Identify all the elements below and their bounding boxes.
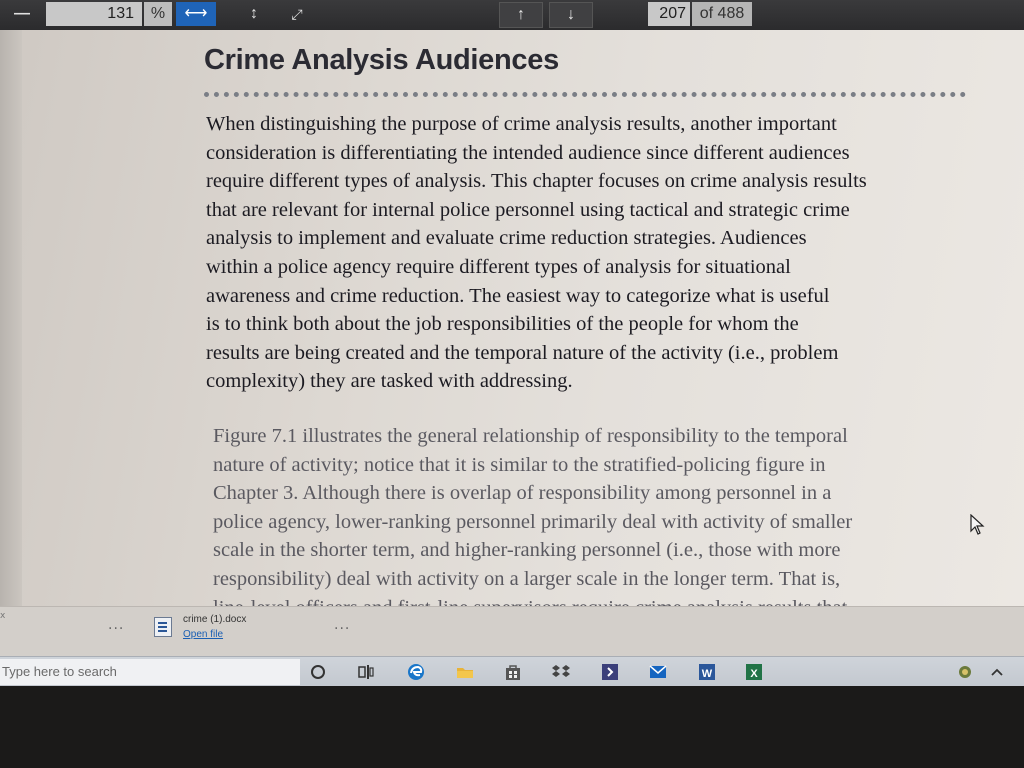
text-line: that are relevant for internal police pe… (206, 198, 850, 221)
zoom-unit-label: % (144, 2, 172, 26)
text-line: analysis to implement and evaluate crime… (206, 227, 807, 250)
page-total-label: of 488 (692, 2, 752, 26)
text-line: awareness and crime reduction. The easie… (206, 284, 830, 307)
left-edge-text: x (0, 611, 6, 621)
text-line: Figure 7.1 illustrates the general relat… (213, 425, 848, 447)
section-heading: Crime Analysis Audiences (204, 44, 559, 76)
task-view-icon[interactable] (356, 662, 376, 682)
word-document-icon (154, 617, 172, 637)
monitor-bezel (0, 686, 1024, 768)
dropbox-icon[interactable] (551, 662, 571, 682)
svg-text:W: W (702, 668, 713, 680)
text-line: nature of activity; notice that it is si… (213, 453, 826, 476)
store-icon[interactable] (503, 662, 523, 682)
heading-divider (204, 92, 966, 97)
open-file-link[interactable]: Open file (183, 629, 223, 640)
zoom-input[interactable]: 131 (46, 2, 142, 26)
svg-text:X: X (750, 668, 758, 680)
text-line: results are being created and the tempor… (206, 341, 839, 364)
text-line: When distinguishing the purpose of crime… (206, 113, 837, 135)
fit-height-button[interactable]: ↕ (240, 2, 268, 26)
app-shortcut-icon[interactable] (600, 662, 620, 682)
page-number-input[interactable]: 207 (648, 2, 690, 26)
body-paragraph-2: Figure 7.1 illustrates the general relat… (213, 422, 852, 620)
fit-width-button[interactable]: ⟷ (176, 2, 216, 26)
download-file-name: crime (1).docx (183, 614, 247, 625)
text-line: scale in the shorter term, and higher-ra… (213, 539, 841, 562)
next-page-button[interactable]: ↓ (549, 2, 593, 28)
word-icon[interactable]: W (697, 662, 717, 682)
windows-taskbar: Type here to search W X (0, 656, 1024, 687)
zoom-out-button[interactable]: — (4, 2, 40, 26)
download-options-icon[interactable]: ... (334, 617, 350, 633)
mail-icon[interactable] (648, 662, 668, 682)
text-line: consideration is differentiating the int… (206, 141, 850, 164)
chevron-up-icon[interactable] (987, 662, 1007, 682)
pdf-toolbar: — 131 % ⟷ ↕ ⤢ ↑ ↓ 207 of 488 (0, 0, 1024, 30)
system-tray-icon[interactable] (955, 662, 975, 682)
taskbar-search-input[interactable]: Type here to search (0, 659, 300, 685)
text-line: responsibility) deal with activity on a … (213, 567, 841, 590)
text-line: police agency, lower-ranking personnel p… (213, 510, 853, 533)
window-left-edge (0, 30, 22, 620)
fullscreen-button[interactable]: ⤢ (280, 2, 314, 26)
cortana-icon[interactable] (308, 662, 328, 682)
text-line: complexity) they are tasked with address… (206, 370, 573, 393)
document-page: Crime Analysis Audiences When distinguis… (0, 30, 1024, 620)
download-menu-icon[interactable]: ... (108, 617, 124, 633)
file-explorer-icon[interactable] (455, 662, 475, 682)
previous-page-button[interactable]: ↑ (499, 2, 543, 28)
download-bar: x ... crime (1).docx Open file ... (0, 606, 1024, 657)
text-line: require different types of analysis. Thi… (206, 170, 867, 193)
mouse-pointer-icon (970, 514, 985, 535)
body-paragraph-1: When distinguishing the purpose of crime… (206, 110, 867, 396)
excel-icon[interactable]: X (744, 662, 764, 682)
text-line: is to think both about the job responsib… (206, 313, 799, 336)
edge-browser-icon[interactable] (406, 662, 426, 682)
text-line: Chapter 3. Although there is overlap of … (213, 482, 832, 505)
text-line: within a police agency require different… (206, 255, 791, 278)
